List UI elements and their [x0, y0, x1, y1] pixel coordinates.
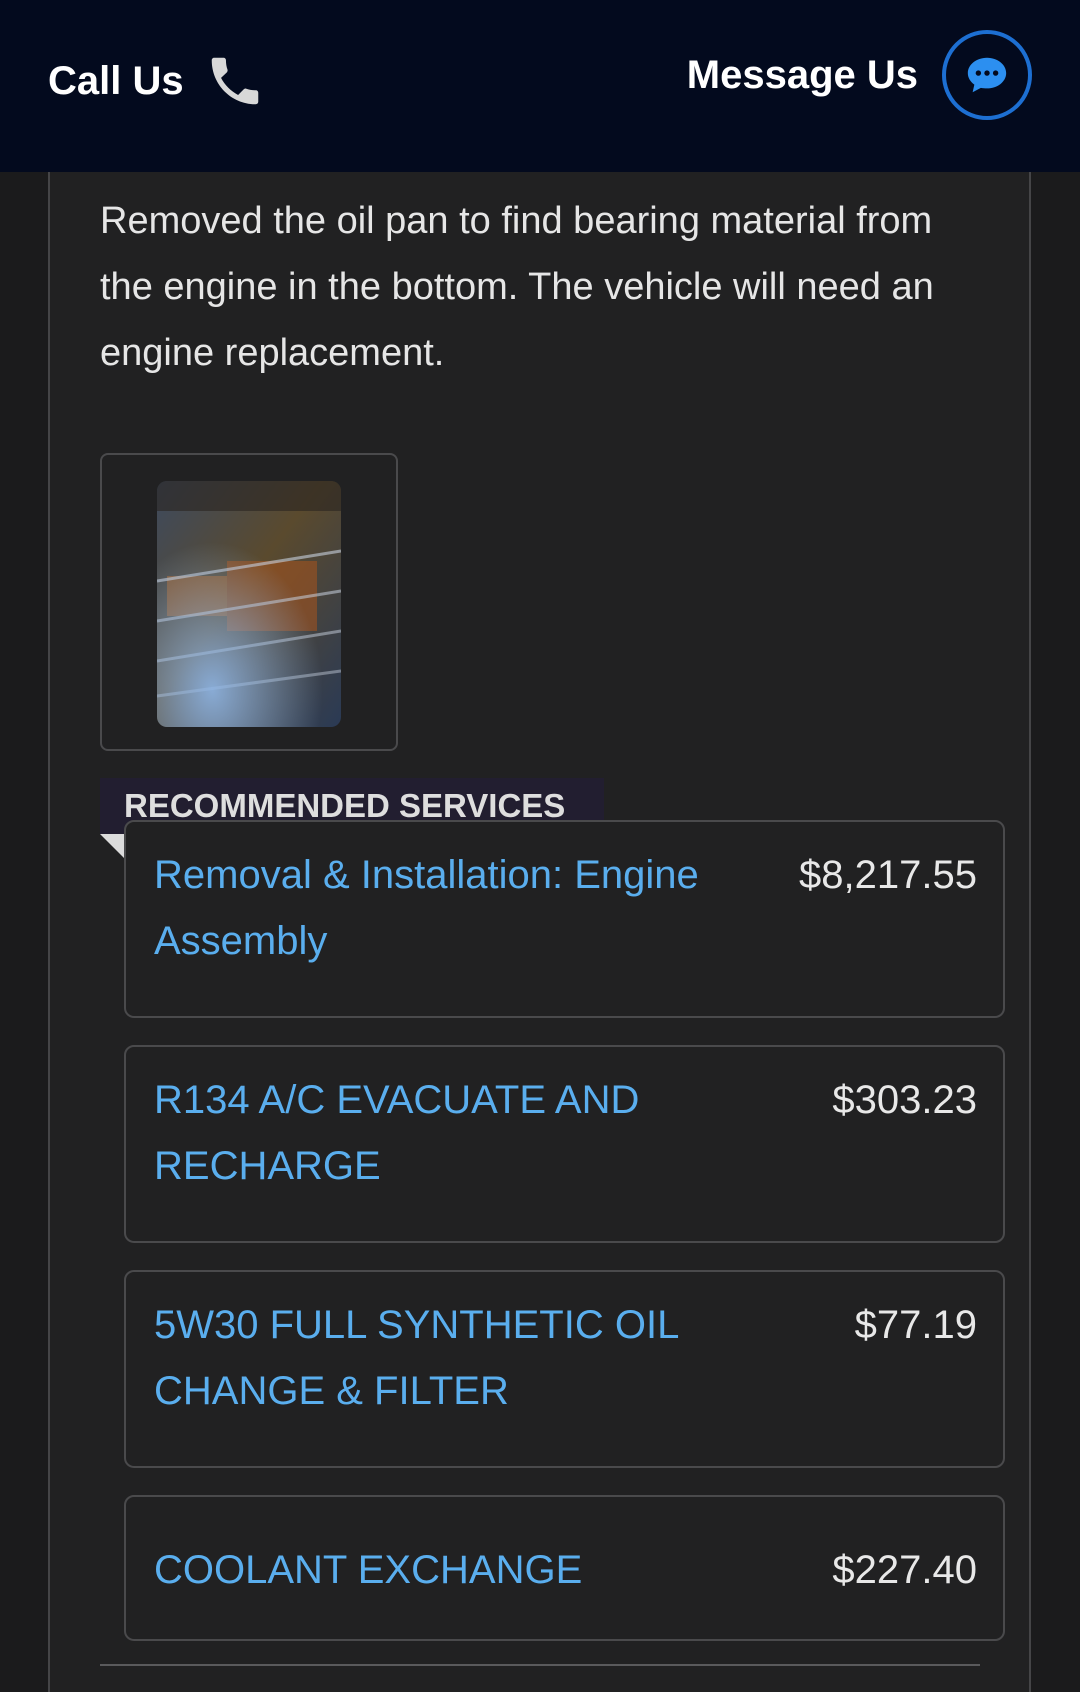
- chat-button[interactable]: [942, 30, 1032, 120]
- service-name[interactable]: 5W30 FULL SYNTHETIC OIL CHANGE & FILTER: [154, 1292, 714, 1424]
- chat-bubble-icon: [967, 57, 1007, 93]
- top-bar: Call Us Message Us: [0, 0, 1080, 172]
- engine-photo: [157, 481, 341, 727]
- call-us-button[interactable]: Call Us: [48, 50, 266, 112]
- message-us-button[interactable]: Message Us: [687, 30, 1032, 120]
- inspection-description: Removed the oil pan to find bearing mate…: [100, 200, 934, 374]
- heading-notch: [100, 834, 126, 860]
- divider: [100, 1664, 980, 1666]
- service-item[interactable]: Removal & Installation: Engine Assembly …: [124, 820, 1005, 1018]
- service-item[interactable]: 5W30 FULL SYNTHETIC OIL CHANGE & FILTER …: [124, 1270, 1005, 1468]
- service-name[interactable]: COOLANT EXCHANGE: [154, 1537, 754, 1603]
- service-item[interactable]: R134 A/C EVACUATE AND RECHARGE $303.23: [124, 1045, 1005, 1243]
- photo-thumbnail[interactable]: [100, 453, 398, 751]
- service-price: $8,217.55: [799, 853, 977, 897]
- call-us-label: Call Us: [48, 58, 184, 103]
- service-price: $303.23: [832, 1078, 977, 1122]
- message-us-label: Message Us: [686, 52, 918, 97]
- service-name[interactable]: Removal & Installation: Engine Assembly: [154, 842, 754, 974]
- phone-icon: [211, 57, 258, 105]
- service-item[interactable]: COOLANT EXCHANGE $227.40: [124, 1495, 1005, 1641]
- service-price: $227.40: [832, 1548, 977, 1592]
- service-price: $77.19: [854, 1303, 977, 1347]
- service-name[interactable]: R134 A/C EVACUATE AND RECHARGE: [154, 1067, 714, 1199]
